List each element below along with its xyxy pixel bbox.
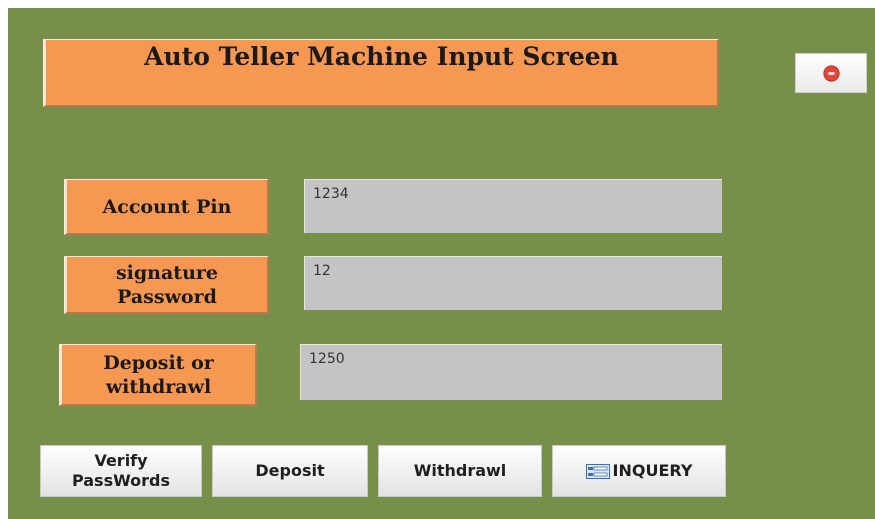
deposit-label: Deposit bbox=[255, 461, 325, 480]
deposit-withdrawl-input[interactable]: 1250 bbox=[300, 344, 722, 400]
inquery-label: INQUERY bbox=[612, 461, 693, 480]
close-icon bbox=[822, 64, 840, 82]
verify-passwords-label: Verify PassWords bbox=[71, 451, 171, 490]
close-button[interactable] bbox=[795, 53, 867, 93]
withdrawl-button[interactable]: Withdrawl bbox=[378, 445, 542, 497]
account-pin-label: Account Pin bbox=[64, 179, 269, 235]
inquery-button[interactable]: INQUERY bbox=[552, 445, 726, 497]
withdrawl-label: Withdrawl bbox=[413, 461, 507, 480]
verify-passwords-button[interactable]: Verify PassWords bbox=[40, 445, 202, 497]
form-title-text: Auto Teller Machine Input Screen bbox=[144, 42, 619, 71]
deposit-withdrawl-label: Deposit or withdrawl bbox=[59, 344, 257, 406]
account-pin-input[interactable]: 1234 bbox=[304, 179, 722, 233]
signature-password-input[interactable]: 12 bbox=[304, 256, 722, 310]
form-icon bbox=[585, 463, 610, 479]
signature-password-label: signature Password bbox=[64, 256, 269, 314]
atm-form: Auto Teller Machine Input Screen Account… bbox=[8, 8, 875, 519]
deposit-button[interactable]: Deposit bbox=[212, 445, 368, 497]
form-title: Auto Teller Machine Input Screen bbox=[43, 39, 719, 107]
